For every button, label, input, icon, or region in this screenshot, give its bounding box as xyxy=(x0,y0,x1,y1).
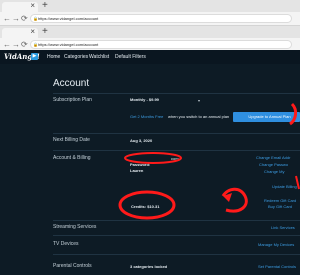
gift-arrow xyxy=(221,187,248,213)
email-circle xyxy=(124,152,182,164)
red-annotations xyxy=(118,102,300,220)
billing-mark xyxy=(295,175,300,190)
upgrade-mark xyxy=(289,102,298,126)
credits-circle xyxy=(118,190,176,220)
